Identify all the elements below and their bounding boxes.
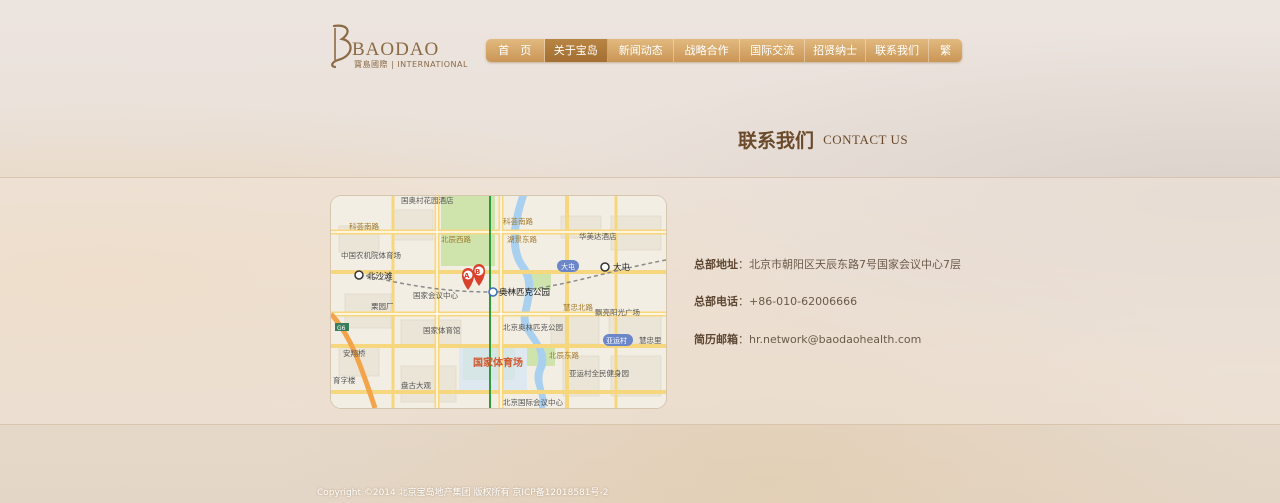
nav-item-home[interactable]: 首 页: [486, 39, 545, 62]
info-email-label: 简历邮箱: [694, 333, 738, 346]
page-title-cn: 联系我们: [738, 130, 815, 152]
map-label-beichen: 北辰东路: [549, 350, 579, 360]
map-label-lidong: 栗园厂: [371, 302, 394, 311]
brand-logo[interactable]: BAODAO 寶島國際 | INTERNATIONAL: [326, 22, 468, 70]
map-label-road2: 科荟南路: [503, 216, 533, 226]
info-sep: ：: [738, 295, 749, 308]
map-marker-b-label: B: [475, 268, 480, 276]
main-nav: 首 页 关于宝岛 新闻动态 战略合作 国际交流 招贤纳士 联系我们 繁: [486, 39, 962, 62]
page-title-en: CONTACT US: [823, 131, 909, 147]
map-label-hupan: 湖景东路: [507, 234, 537, 244]
nav-item-careers[interactable]: 招贤纳士: [805, 39, 866, 62]
map-label-beishawa: 北沙滩: [367, 271, 393, 282]
info-address: 总部地址：北京市朝阳区天辰东路7号国家会议中心7层: [694, 256, 961, 272]
info-phone-value: +86-010-62006666: [749, 295, 858, 308]
map-label-qinyang: 飘亮阳光广场: [595, 307, 640, 317]
nav-item-traditional[interactable]: 繁: [929, 39, 962, 62]
info-address-value: 北京市朝阳区天辰东路7号国家会议中心7层: [749, 258, 961, 271]
nav-item-partners[interactable]: 战略合作: [674, 39, 740, 62]
map-label-datun: 大屯: [613, 262, 631, 273]
nav-item-about[interactable]: 关于宝岛: [544, 39, 608, 62]
map-label-olympic: 奥林匹克公园: [499, 287, 550, 298]
nav-item-intl[interactable]: 国际交流: [740, 39, 806, 62]
map-label-stadium-hall: 国家体育馆: [423, 325, 461, 335]
map-label-datun-badge: 大屯: [561, 262, 575, 271]
map-label-olympic-park: 北京奥林匹克公园: [503, 322, 563, 332]
logo-subtitle: 寶島國際 | INTERNATIONAL: [354, 59, 468, 70]
map-label-huizhong: 慧忠里: [639, 336, 662, 345]
map-label-yuzi: 育字楼: [333, 375, 356, 385]
map-label-hotel: 国奥村花园酒店: [401, 196, 454, 205]
map-label-tianchen-w: 北辰西路: [441, 234, 471, 244]
info-sep: ：: [738, 258, 749, 271]
map-label-pangu: 盘古大观: [401, 380, 431, 390]
info-sep: ：: [738, 333, 749, 346]
footer-copyright: Copyright ©2014 北京宝岛地产集团 版权所有 京ICP备12018…: [317, 488, 609, 498]
info-phone: 总部电话：+86-010-62006666: [694, 293, 857, 309]
map-canvas: 国奥村花园酒店 科荟南路 科荟南路 华美达酒店 中国农机院体育场 北辰西路 湖景…: [331, 196, 666, 408]
logo-subtitle-en: INTERNATIONAL: [397, 60, 468, 69]
map-label-gym: 中国农机院体育场: [341, 250, 401, 260]
logo-subtitle-cn: 寶島國際: [354, 60, 388, 69]
logo-brand-text: BAODAO: [352, 39, 440, 60]
nav-item-news[interactable]: 新闻动态: [608, 39, 675, 62]
map-label-asian-gym: 亚运村全民健身园: [569, 368, 629, 378]
map-label-conf: 国家会议中心: [413, 290, 458, 300]
map-label-anxiang: 安翔桥: [343, 348, 366, 358]
map-label-bj-conf: 北京国际会议中心: [503, 397, 563, 407]
map-label-road1: 科荟南路: [349, 221, 379, 231]
map-label-huamei: 华美达酒店: [579, 231, 617, 241]
map-marker-a-label: A: [464, 272, 470, 280]
info-phone-label: 总部电话: [694, 295, 738, 308]
nav-item-contact[interactable]: 联系我们: [866, 39, 930, 62]
location-map[interactable]: 国奥村花园酒店 科荟南路 科荟南路 华美达酒店 中国农机院体育场 北辰西路 湖景…: [331, 196, 666, 408]
info-email-value[interactable]: hr.network@baodaohealth.com: [749, 333, 921, 346]
map-label-yayun-badge: 亚运村: [606, 336, 627, 345]
info-email: 简历邮箱：hr.network@baodaohealth.com: [694, 331, 921, 347]
map-label-huichen: 慧忠北路: [563, 302, 593, 312]
page-title: 联系我们 CONTACT US: [738, 126, 908, 153]
info-address-label: 总部地址: [694, 258, 738, 271]
map-label-g6: G6: [337, 325, 346, 332]
map-label-bird: 国家体育场: [473, 356, 523, 369]
